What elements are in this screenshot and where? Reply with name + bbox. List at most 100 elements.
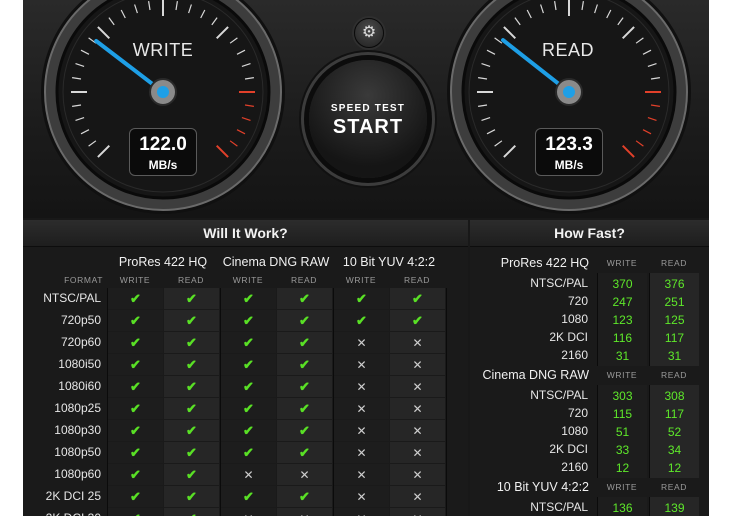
checkmark-icon: ✔ [243, 401, 254, 416]
will-it-work-cell: ✔ [108, 486, 163, 507]
how-fast-write-value: 370 [612, 277, 633, 291]
how-fast-write-cell: 136 [597, 497, 647, 516]
will-it-work-cell: ✕ [390, 508, 445, 516]
how-fast-write-value: 12 [615, 461, 630, 475]
will-it-work-cell: ✔ [164, 376, 219, 397]
will-it-work-cell: ✔ [390, 288, 445, 309]
how-fast-read-cell: 12 [649, 457, 699, 478]
will-it-work-row-format: 1080p50 [54, 445, 101, 459]
checkmark-icon: ✔ [130, 335, 141, 350]
will-it-work-cell: ✔ [277, 376, 332, 397]
will-it-work-cell: ✔ [277, 486, 332, 507]
will-it-work-cell: ✕ [334, 508, 389, 516]
checkmark-icon: ✔ [186, 379, 197, 394]
checkmark-icon: ✔ [412, 313, 423, 328]
will-it-work-cell: ✔ [164, 508, 219, 516]
cross-icon: ✕ [356, 380, 367, 394]
will-it-work-subheader: READ [403, 275, 431, 285]
will-it-work-title: Will It Work? [23, 220, 468, 247]
how-fast-write-value: 115 [612, 407, 633, 421]
read-speed-readout: 123.3 MB/s [535, 128, 603, 176]
gear-icon: ⚙ [361, 24, 377, 41]
will-it-work-cell: ✔ [108, 376, 163, 397]
will-it-work-cell: ✕ [390, 332, 445, 353]
will-it-work-cell: ✔ [164, 398, 219, 419]
how-fast-read-value: 308 [664, 389, 685, 403]
cross-icon: ✕ [356, 512, 366, 516]
cross-icon: ✕ [356, 468, 367, 482]
will-it-work-cell: ✔ [164, 288, 219, 309]
read-gauge-hub-center [563, 86, 575, 98]
will-it-work-cell: ✔ [108, 464, 163, 485]
checkmark-icon: ✔ [299, 423, 310, 438]
start-speed-test-button[interactable]: SPEED TEST START [309, 60, 427, 178]
how-fast-write-cell: 12 [597, 457, 647, 478]
will-it-work-cell: ✔ [164, 464, 219, 485]
write-gauge-hub-center [157, 86, 169, 98]
will-it-work-cell: ✕ [334, 354, 389, 375]
will-it-work-cell: ✕ [334, 464, 389, 485]
cross-icon: ✕ [412, 358, 423, 372]
how-fast-row-format: 720 [567, 294, 588, 308]
settings-button[interactable]: ⚙ [354, 18, 384, 48]
will-it-work-group-header: Cinema DNG RAW [222, 255, 330, 269]
checkmark-icon: ✔ [130, 313, 141, 328]
will-it-work-cell: ✔ [277, 310, 332, 331]
will-it-work-cell: ✕ [390, 486, 445, 507]
read-speed-unit: MB/s [554, 158, 584, 172]
will-it-work-cell: ✕ [390, 442, 445, 463]
read-gauge-label: READ [541, 40, 594, 60]
checkmark-icon: ✔ [186, 291, 197, 306]
checkmark-icon: ✔ [299, 489, 310, 504]
will-it-work-row-format: 1080p30 [54, 423, 101, 437]
how-fast-write-value: 303 [612, 389, 633, 403]
will-it-work-cell: ✔ [277, 288, 332, 309]
will-it-work-row-format: 1080i60 [58, 379, 101, 393]
checkmark-icon: ✔ [130, 467, 141, 482]
how-fast-row-format: 2160 [561, 348, 588, 362]
will-it-work-cell: ✔ [221, 310, 276, 331]
how-fast-subheader: READ [660, 370, 688, 380]
checkmark-icon: ✔ [186, 489, 197, 504]
write-speed-unit: MB/s [148, 158, 178, 172]
how-fast-write-value: 51 [615, 425, 630, 439]
checkmark-icon: ✔ [186, 401, 197, 416]
will-it-work-cell: ✔ [164, 354, 219, 375]
will-it-work-cell: ✕ [221, 464, 276, 485]
checkmark-icon: ✔ [412, 291, 423, 306]
read-speed-value: 123.3 [545, 134, 593, 155]
will-it-work-cell: ✔ [164, 442, 219, 463]
will-it-work-cell: ✔ [108, 420, 163, 441]
how-fast-read-value: 251 [664, 295, 685, 309]
will-it-work-subheader: READ [290, 275, 318, 285]
cross-icon: ✕ [412, 424, 423, 438]
will-it-work-cell: ✕ [390, 354, 445, 375]
cross-icon: ✕ [356, 402, 367, 416]
checkmark-icon: ✔ [243, 379, 254, 394]
will-it-work-row-format: 1080i50 [58, 357, 101, 371]
how-fast-row-format: NTSC/PAL [530, 388, 588, 402]
how-fast-row-format: 1080 [561, 312, 588, 326]
cross-icon: ✕ [412, 490, 423, 504]
checkmark-icon: ✔ [243, 357, 254, 372]
how-fast-write-cell: 31 [597, 345, 647, 366]
cross-icon: ✕ [299, 468, 310, 482]
how-fast-group-header: Cinema DNG RAW [482, 368, 590, 382]
will-it-work-cell: ✔ [221, 420, 276, 441]
how-fast-read-value: 117 [664, 331, 685, 345]
checkmark-icon: ✔ [130, 401, 141, 416]
will-it-work-row-format: 2K DCI 25 [45, 489, 101, 503]
cross-icon: ✕ [243, 512, 253, 516]
how-fast-panel: How Fast? ProRes 422 HQ WRITE READ NTSC/PAL… [470, 220, 709, 516]
will-it-work-row-format: 1080p25 [54, 401, 101, 415]
how-fast-read-value: 139 [664, 501, 685, 515]
how-fast-read-value: 125 [664, 313, 685, 327]
start-button-label: START [332, 116, 404, 138]
how-fast-read-value: 12 [667, 461, 682, 475]
how-fast-read-value: 31 [667, 349, 682, 363]
checkmark-icon: ✔ [186, 467, 197, 482]
will-it-work-cell: ✔ [221, 442, 276, 463]
will-it-work-cell: ✔ [221, 354, 276, 375]
checkmark-icon: ✔ [130, 445, 141, 460]
write-speed-value: 122.0 [139, 134, 187, 155]
